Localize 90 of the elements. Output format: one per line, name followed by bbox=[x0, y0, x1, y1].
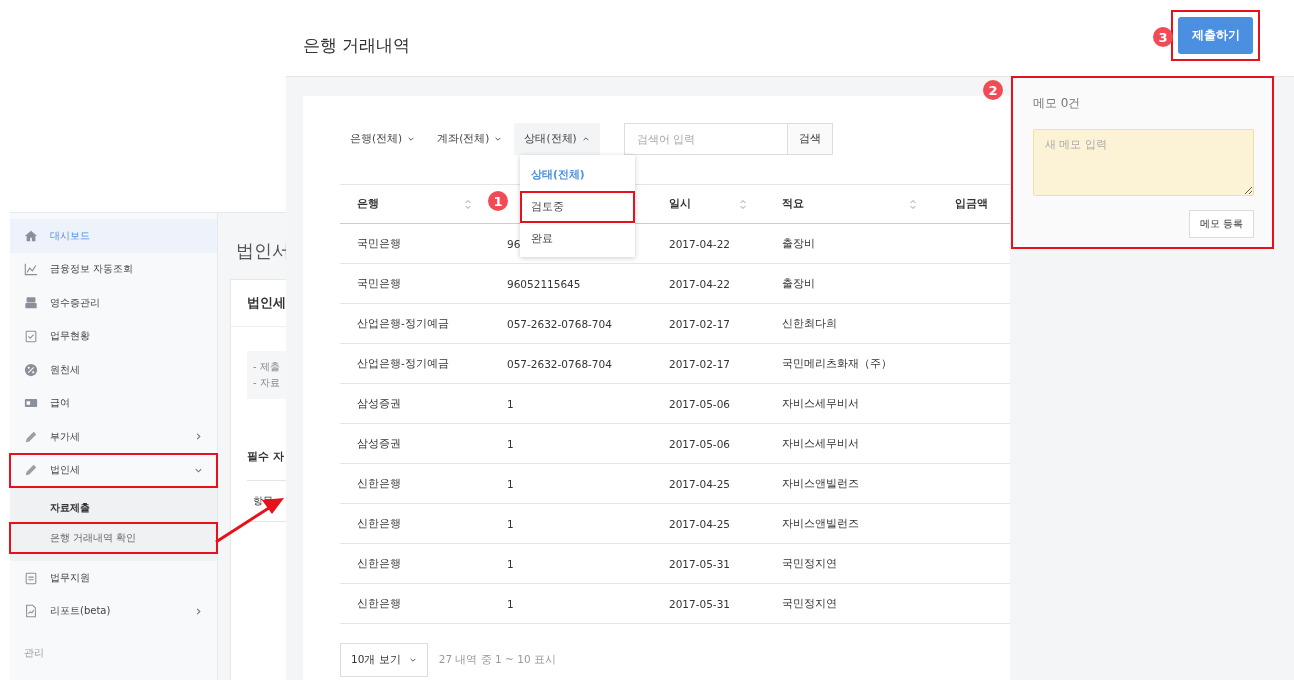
table-cell: 출장비 bbox=[782, 276, 815, 291]
sidebar-item[interactable]: 급여 bbox=[10, 386, 217, 420]
column-header: 입금액 bbox=[955, 196, 988, 211]
table-cell: 057-2632-0768-704 bbox=[507, 317, 612, 330]
table-cell: 2017-04-25 bbox=[669, 477, 731, 490]
table-cell: 2017-05-06 bbox=[669, 397, 731, 410]
table-cell: 신한은행 bbox=[357, 556, 401, 571]
table-cell: 국민메리츠화재（주） bbox=[782, 356, 892, 371]
sidebar-item[interactable]: 부가세 bbox=[10, 420, 217, 454]
table-cell: 2017-05-31 bbox=[669, 597, 731, 610]
submenu-item[interactable]: 은행 거래내역 확인 bbox=[10, 523, 217, 553]
table-cell: 1 bbox=[507, 517, 514, 530]
page-title: 은행 거래내역 bbox=[303, 33, 411, 57]
page-size-dropdown[interactable]: 10개 보기 bbox=[340, 643, 428, 677]
table-cell: 2017-02-17 bbox=[669, 357, 731, 370]
chevron-down-icon bbox=[494, 135, 503, 143]
table-cell: 신한은행 bbox=[357, 596, 401, 611]
table-cell: 2017-04-22 bbox=[669, 277, 731, 290]
sort-icon[interactable] bbox=[739, 198, 747, 210]
sidebar-item[interactable]: 금융정보 자동조회 bbox=[10, 252, 217, 286]
sidebar-item[interactable]: 업무현황 bbox=[10, 319, 217, 353]
table-cell: 국민은행 bbox=[357, 276, 401, 291]
table-cell: 신한최다희 bbox=[782, 316, 837, 331]
memo-title: 메모 0건 bbox=[1033, 95, 1082, 112]
sidebar-item[interactable]: 리포트(beta) bbox=[10, 594, 217, 628]
table-cell: 2017-05-31 bbox=[669, 557, 731, 570]
table-cell: 96 bbox=[507, 237, 521, 250]
filter-dropdown[interactable]: 상태(전체) bbox=[514, 123, 600, 155]
table-cell: 자비스앤빌런즈 bbox=[782, 476, 859, 491]
table-cell: 1 bbox=[507, 477, 514, 490]
table-cell: 1 bbox=[507, 597, 514, 610]
column-header[interactable]: 적요 bbox=[782, 185, 917, 223]
chevron-up-icon bbox=[581, 135, 590, 143]
menu-option[interactable]: 검토중 bbox=[520, 191, 635, 223]
table-cell: 1 bbox=[507, 437, 514, 450]
table-cell: 삼성증권 bbox=[357, 436, 401, 451]
pencil-icon bbox=[24, 463, 38, 478]
filter-dropdown[interactable]: 계좌(전체) bbox=[427, 123, 513, 155]
search-button[interactable]: 검색 bbox=[787, 123, 833, 155]
chevron-down-icon bbox=[407, 135, 416, 143]
table-cell: 신한은행 bbox=[357, 516, 401, 531]
chart-icon bbox=[24, 262, 38, 277]
sidebar-item[interactable]: 법인세 bbox=[10, 453, 217, 487]
sidebar-item[interactable]: 영수증관리 bbox=[10, 286, 217, 320]
table-cell: 산업은행-정기예금 bbox=[357, 316, 449, 331]
table-cell: 1 bbox=[507, 397, 514, 410]
table-cell: 삼성증권 bbox=[357, 396, 401, 411]
table-cell: 자비스세무비서 bbox=[782, 436, 859, 451]
notice-text: - 자료 bbox=[253, 376, 281, 390]
sort-icon[interactable] bbox=[909, 198, 917, 210]
filter-dropdown[interactable]: 은행(전체) bbox=[340, 123, 426, 155]
column-header[interactable]: 일시 bbox=[669, 185, 747, 223]
clipboard-icon bbox=[24, 570, 38, 585]
section-label: 관리 bbox=[23, 646, 45, 660]
document-icon bbox=[24, 604, 38, 619]
table-cell: 2017-04-22 bbox=[669, 237, 731, 250]
table-cell: 96052115645 bbox=[507, 277, 581, 290]
table-cell: 신한은행 bbox=[357, 476, 401, 491]
memo-input[interactable]: 새 메모 입력 bbox=[1033, 129, 1254, 196]
section-title: 필수 자 bbox=[247, 449, 285, 464]
table-cell: 2017-04-25 bbox=[669, 517, 731, 530]
pencil-icon bbox=[24, 429, 38, 444]
clipboard-check-icon bbox=[24, 329, 38, 344]
table-cell: 자비스세무비서 bbox=[782, 396, 859, 411]
sidebar-item[interactable]: 법무지원 bbox=[10, 561, 217, 595]
table-cell: 출장비 bbox=[782, 236, 815, 251]
table-cell: 국민정지연 bbox=[782, 596, 837, 611]
memo-register-button[interactable]: 메모 등록 bbox=[1188, 210, 1254, 238]
search-field[interactable]: 검색어 입력 bbox=[623, 123, 788, 155]
table-cell: 국민은행 bbox=[357, 236, 401, 251]
sort-icon[interactable] bbox=[464, 198, 472, 210]
printer-icon bbox=[24, 295, 38, 310]
table-cell: 산업은행-정기예금 bbox=[357, 356, 449, 371]
chevron-down-icon bbox=[408, 656, 417, 664]
submenu-item[interactable]: 자료제출 bbox=[10, 493, 217, 523]
table-cell: 1 bbox=[507, 557, 514, 570]
table-cell: 국민정지연 bbox=[782, 556, 837, 571]
table-cell: 2017-05-06 bbox=[669, 437, 731, 450]
annotation-arrow bbox=[215, 498, 284, 544]
notice-text: - 제출 bbox=[253, 360, 281, 374]
column-header: 항목 bbox=[253, 495, 273, 506]
table-cell: 057-2632-0768-704 bbox=[507, 357, 612, 370]
menu-option[interactable]: 완료 bbox=[520, 223, 635, 255]
sidebar-item[interactable]: 원천세 bbox=[10, 353, 217, 387]
table-cell: 자비스앤빌런즈 bbox=[782, 516, 859, 531]
percent-icon bbox=[24, 362, 38, 377]
column-header[interactable]: 은행 bbox=[357, 185, 472, 223]
results-summary: 27 내역 중 1 ~ 10 표시 bbox=[438, 653, 556, 667]
table-cell: 2017-02-17 bbox=[669, 317, 731, 330]
home-icon bbox=[24, 228, 38, 243]
